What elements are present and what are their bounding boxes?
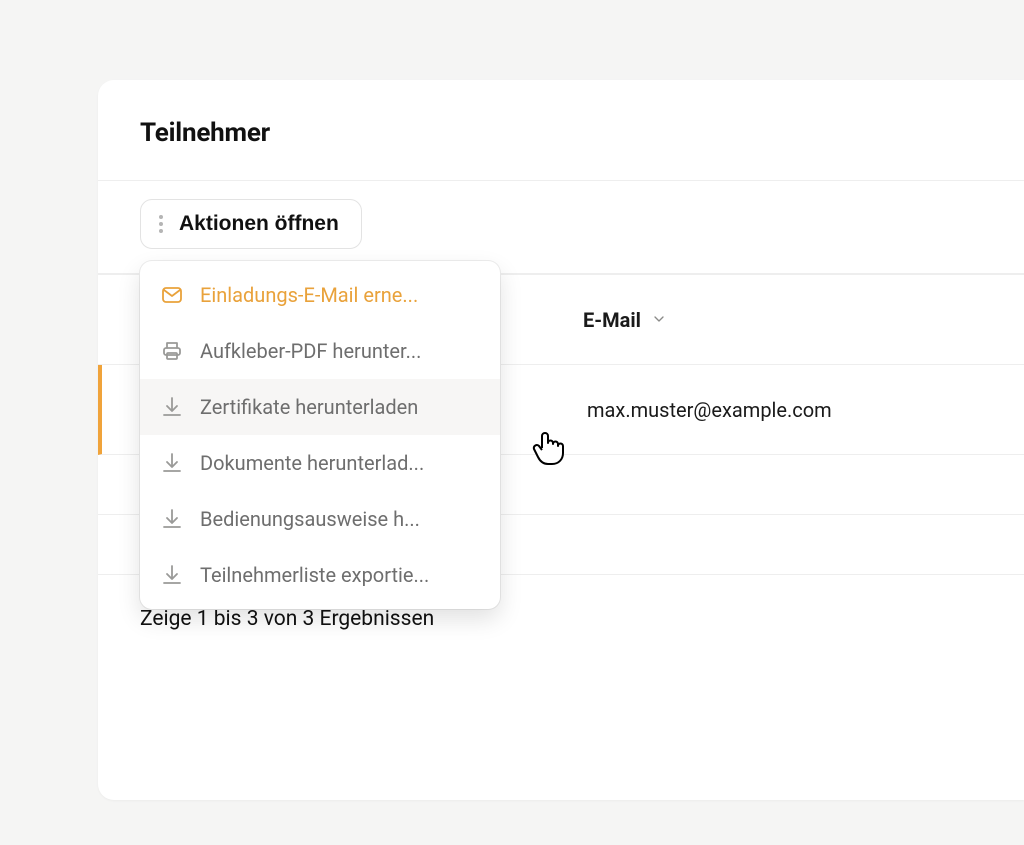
actions-dropdown: Einladungs-E-Mail erne... Aufkleber-PDF … — [140, 261, 500, 609]
menu-item-export-participant-list[interactable]: Teilnehmerliste exportie... — [140, 547, 500, 603]
chevron-down-icon — [651, 308, 667, 332]
open-actions-label: Aktionen öffnen — [179, 212, 339, 236]
menu-item-label: Bedienungsausweise h... — [200, 507, 420, 531]
menu-item-label: Zertifikate herunterladen — [200, 395, 418, 419]
download-icon — [160, 563, 184, 587]
kebab-menu-icon — [157, 215, 165, 233]
menu-item-download-certificates[interactable]: Zertifikate herunterladen — [140, 379, 500, 435]
open-actions-button[interactable]: Aktionen öffnen — [140, 199, 362, 249]
download-icon — [160, 395, 184, 419]
menu-item-download-documents[interactable]: Dokumente herunterlad... — [140, 435, 500, 491]
column-header-email[interactable]: E-Mail — [583, 308, 1024, 332]
mail-icon — [160, 283, 184, 307]
menu-item-label: Dokumente herunterlad... — [200, 451, 424, 475]
cell-email: max.muster@example.com — [587, 398, 1024, 422]
column-header-email-label: E-Mail — [583, 308, 641, 332]
toolbar: Aktionen öffnen Einladungs-E-Mail erne..… — [98, 180, 1024, 274]
download-icon — [160, 451, 184, 475]
menu-item-label: Einladungs-E-Mail erne... — [200, 283, 418, 307]
page-title: Teilnehmer — [98, 80, 1024, 180]
download-icon — [160, 507, 184, 531]
menu-item-download-sticker-pdf[interactable]: Aufkleber-PDF herunter... — [140, 323, 500, 379]
menu-item-label: Aufkleber-PDF herunter... — [200, 339, 421, 363]
cursor-pointer-icon — [532, 430, 566, 468]
menu-item-download-licenses[interactable]: Bedienungsausweise h... — [140, 491, 500, 547]
printer-icon — [160, 339, 184, 363]
menu-item-resend-invite-email[interactable]: Einladungs-E-Mail erne... — [140, 267, 500, 323]
menu-item-label: Teilnehmerliste exportie... — [200, 563, 429, 587]
